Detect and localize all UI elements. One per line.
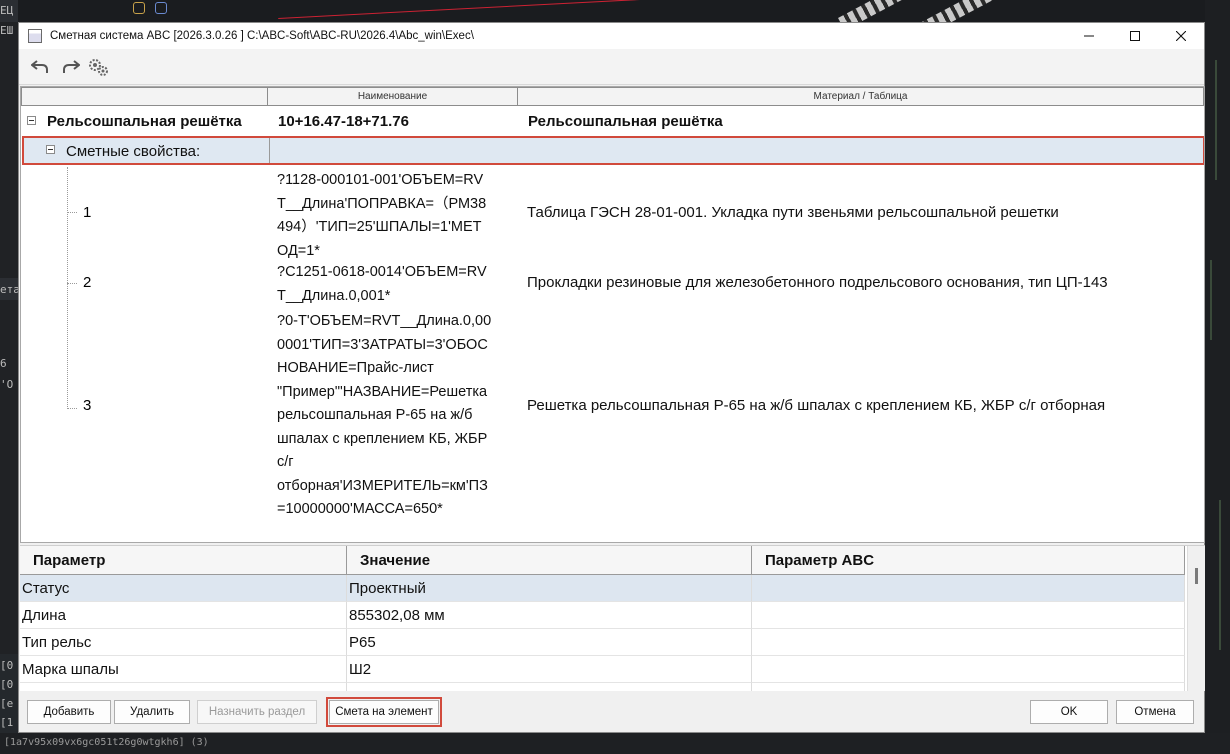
undo-button[interactable]: [28, 55, 52, 79]
item-code: ?0-Т'ОБЪЕМ=RVT__Длина.0,00 0001'ТИП=3'ЗА…: [277, 313, 492, 517]
item-code: ?1128-000101-001'ОБЪЕМ=RV T__Длина'ПОПРА…: [277, 172, 487, 259]
bg-console-text: [1a7v95x09vx6gc051t26g0wtgkh6] (3): [4, 737, 209, 748]
assign-section-button[interactable]: Назначить раздел: [197, 700, 317, 724]
add-button[interactable]: Добавить: [27, 700, 111, 724]
collapse-toggle-icon[interactable]: [46, 145, 55, 154]
param-abc[interactable]: [752, 602, 1185, 629]
param-value[interactable]: 855302,08 мм: [347, 602, 752, 629]
tree-root-name: 10+16.47-18+71.76: [278, 113, 409, 130]
tree-root-label: Рельсошпальная решётка: [47, 113, 242, 130]
redo-icon: [63, 60, 80, 73]
abc-param-column-header[interactable]: Параметр ABC: [752, 546, 1185, 575]
tree-group-label: Сметные свойства:: [66, 143, 201, 160]
item-code: ?С1251-0618-0014'ОБЪЕМ=RV T__Длина.0,001…: [277, 264, 487, 304]
bg-text: ЕШ: [0, 24, 14, 37]
param-row-selected[interactable]: Статус Проектный: [20, 575, 1185, 602]
param-abc[interactable]: [752, 656, 1185, 683]
background-right-view: [1205, 0, 1230, 754]
bg-text: [0: [0, 678, 14, 691]
tree-row-item[interactable]: 3 ?0-Т'ОБЪЕМ=RVT__Длина.0,00 0001'ТИП=3'…: [21, 310, 1204, 522]
param-value[interactable]: Р65: [347, 629, 752, 656]
minimize-button[interactable]: [1066, 23, 1112, 49]
tree-row-root[interactable]: Рельсошпальная решётка 10+16.47-18+71.76…: [21, 107, 1204, 135]
collapse-toggle-icon[interactable]: [27, 116, 36, 125]
estimate-for-element-button[interactable]: Смета на элемент: [326, 697, 442, 727]
param-name: Марка шпалы: [20, 656, 347, 683]
bg-text: [е: [0, 697, 14, 710]
maximize-button[interactable]: [1112, 23, 1158, 49]
tree-row-item[interactable]: 1 ?1128-000101-001'ОБЪЕМ=RV T__Длина'ПОП…: [21, 169, 1204, 259]
close-icon: [1176, 31, 1186, 41]
estimate-dialog: Сметная система ABC [2026.3.0.26 ] C:\AB…: [18, 22, 1205, 733]
redo-button[interactable]: [59, 55, 83, 79]
item-material: Решетка рельсошпальная Р-65 на ж/б шпала…: [527, 397, 1106, 414]
value-column-header[interactable]: Значение: [347, 546, 752, 575]
item-number: 1: [83, 204, 92, 221]
cancel-button[interactable]: Отмена: [1116, 700, 1194, 724]
tree-header: Наименование Материал / Таблица: [21, 87, 1204, 106]
item-material: Прокладки резиновые для железобетонного …: [527, 274, 1108, 291]
settings-button[interactable]: [86, 55, 110, 79]
tree-root-material: Рельсошпальная решётка: [528, 113, 723, 130]
param-row[interactable]: Марка шпалы Ш2: [20, 656, 1185, 683]
tree-column-header-material[interactable]: Материал / Таблица: [518, 87, 1204, 106]
tree-row-item[interactable]: 2 ?С1251-0618-0014'ОБЪЕМ=RV T__Длина.0,0…: [21, 261, 1204, 307]
tree-column-header-name[interactable]: Наименование: [268, 87, 518, 106]
title-bar[interactable]: Сметная система ABC [2026.3.0.26 ] C:\AB…: [19, 23, 1204, 49]
estimate-tree-grid[interactable]: Наименование Материал / Таблица Рельсошп…: [20, 86, 1205, 543]
settings-gears-icon: [89, 59, 108, 76]
minimize-icon: [1084, 35, 1094, 37]
param-name: Статус: [20, 575, 347, 602]
window-title: Сметная система ABC [2026.3.0.26 ] C:\AB…: [50, 30, 474, 42]
bg-text: [1: [0, 716, 14, 729]
close-button[interactable]: [1158, 23, 1204, 49]
vertical-scrollbar[interactable]: [1187, 546, 1205, 691]
app-icon: [28, 29, 42, 43]
tree-row-estimate-properties[interactable]: Сметные свойства:: [22, 136, 1204, 165]
item-number: 3: [83, 397, 92, 414]
bg-text: ета: [0, 283, 20, 296]
parameters-grid[interactable]: Параметр Значение Параметр ABC Статус Пр…: [20, 545, 1205, 691]
param-name: Длина: [20, 602, 347, 629]
bg-text: ЕЦ: [0, 4, 14, 17]
toolbar: [19, 49, 1204, 85]
bg-text: 'О: [0, 378, 14, 391]
param-row[interactable]: Длина 855302,08 мм: [20, 602, 1185, 629]
tree-column-header[interactable]: [21, 87, 268, 106]
bg-text: 6: [0, 357, 7, 370]
param-row[interactable]: [20, 683, 1185, 691]
bg-text: [0: [0, 659, 14, 672]
background-3d-view: [18, 0, 1205, 22]
item-material: Таблица ГЭСН 28-01-001. Укладка пути зве…: [527, 204, 1059, 221]
delete-button[interactable]: Удалить: [114, 700, 190, 724]
param-column-header[interactable]: Параметр: [20, 546, 347, 575]
item-number: 2: [83, 274, 92, 291]
param-abc[interactable]: [752, 575, 1185, 602]
param-row[interactable]: Тип рельс Р65: [20, 629, 1185, 656]
param-abc[interactable]: [752, 629, 1185, 656]
scrollbar-thumb[interactable]: [1195, 568, 1198, 584]
param-value[interactable]: Ш2: [347, 656, 752, 683]
background-left-panel: ЕЦ ЕШ ета 6 'О [0 [0 [е [1: [0, 0, 20, 754]
background-console: [1a7v95x09vx6gc051t26g0wtgkh6] (3): [0, 733, 1230, 754]
ok-button[interactable]: OK: [1030, 700, 1108, 724]
param-value[interactable]: Проектный: [347, 575, 752, 602]
undo-icon: [31, 60, 48, 73]
maximize-icon: [1130, 31, 1140, 41]
param-name: Тип рельс: [20, 629, 347, 656]
